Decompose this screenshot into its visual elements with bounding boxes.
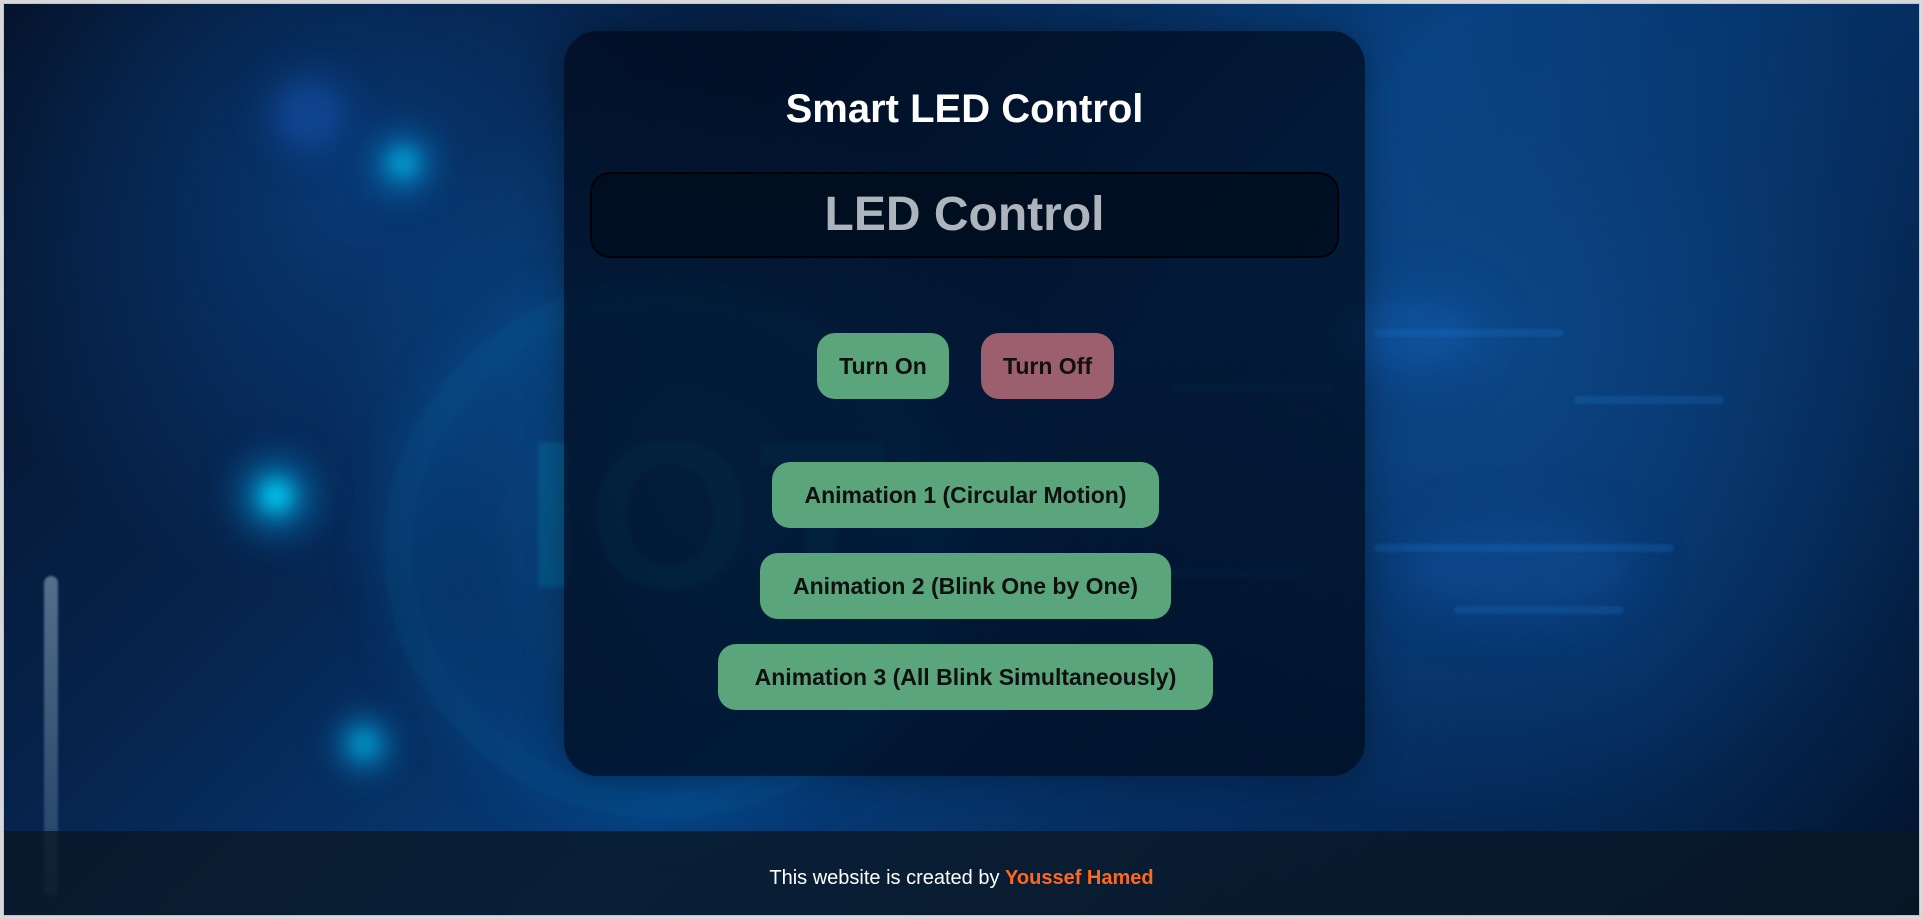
background-glow-right-bottom [1414,534,1624,604]
data-line-icon [1374,544,1674,552]
animation-1-button[interactable]: Animation 1 (Circular Motion) [772,462,1159,528]
animation-3-button[interactable]: Animation 3 (All Blink Simultaneously) [718,644,1213,710]
turn-on-button[interactable]: Turn On [817,333,949,399]
led-control-card: Smart LED Control LED Control Turn On Tu… [564,31,1365,776]
data-line-icon [1374,329,1564,337]
background-glow-top [389,149,417,177]
led-display-panel: LED Control [590,172,1339,258]
background-glow-bottom [349,729,379,759]
footer-credit: This website is created by Youssef Hamed [769,866,1153,890]
turn-off-button[interactable]: Turn Off [981,333,1114,399]
data-line-icon [1574,396,1724,404]
page-frame: IOT Smart LED Control LED Control Turn O… [3,3,1920,916]
footer-author-name: Youssef Hamed [1005,866,1154,889]
background-glow-left [259,479,293,513]
animation-2-button[interactable]: Animation 2 (Blink One by One) [760,553,1171,619]
data-line-icon [1454,606,1624,614]
site-footer: This website is created by Youssef Hamed [4,831,1919,915]
page-title: Smart LED Control [785,87,1144,131]
footer-credit-prefix: This website is created by [769,866,1006,889]
background-glow-cluster [279,84,339,144]
led-display-text: LED Control [824,188,1105,241]
